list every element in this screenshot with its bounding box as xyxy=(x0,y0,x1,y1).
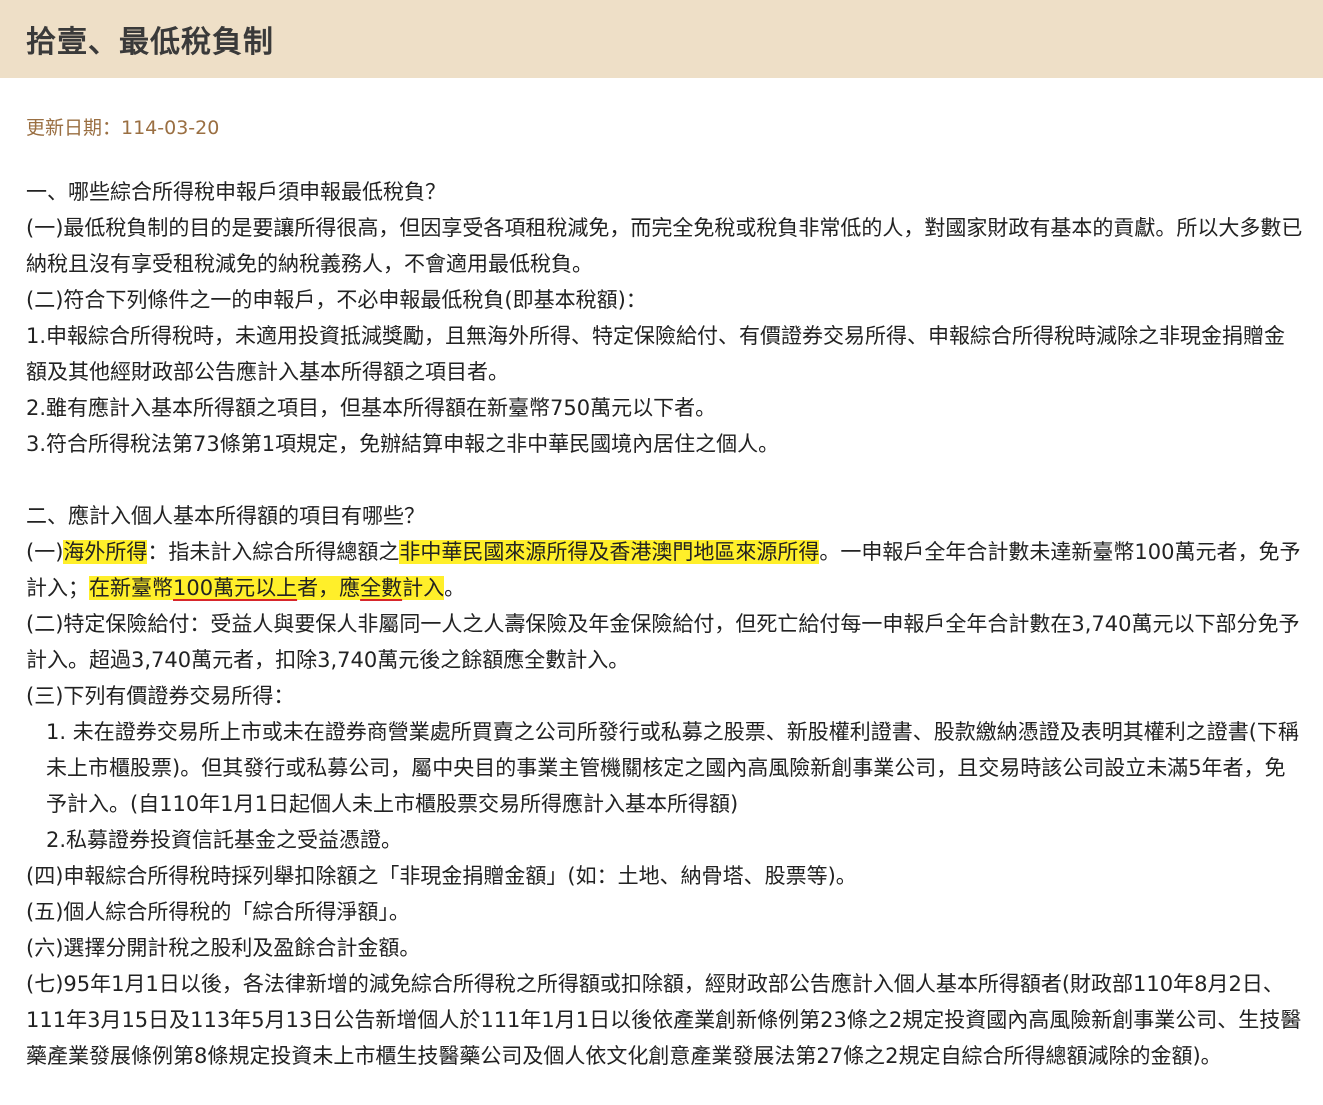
section-2-item-5: (五)個人綜合所得稅的「綜合所得淨額」。 xyxy=(26,900,410,924)
section-1-para-4: 2.雖有應計入基本所得額之項目，但基本所得額在新臺幣750萬元以下者。 xyxy=(26,396,717,420)
highlight-overseas-income: 海外所得 xyxy=(63,540,148,564)
section-1-para-2: (二)符合下列條件之一的申報戶，不必申報最低稅負(即基本稅額)： xyxy=(26,288,647,312)
section-2-item-4: (四)申報綜合所得稅時採列舉扣除額之「非現金捐贈金額」(如：土地、納骨塔、股票等… xyxy=(26,864,857,888)
page-title: 拾壹、最低稅負制 xyxy=(26,25,274,60)
item-1-prefix: (一) xyxy=(26,540,64,564)
section-1-title: 一、哪些綜合所得稅申報戶須申報最低稅負？ xyxy=(26,180,446,204)
highlight-source-income: 非中華民國來源所得及香港澳門地區來源所得 xyxy=(399,540,820,564)
section-1-para-1: (一)最低稅負制的目的是要讓所得很高，但因享受各項租稅減免，而完全免稅或稅負非常… xyxy=(26,216,1303,276)
page-header: 拾壹、最低稅負制 xyxy=(0,0,1323,78)
highlight-threshold: 在新臺幣100萬元以上者，應全數計入 xyxy=(89,576,445,600)
threshold-text-b: 者，應 xyxy=(297,576,361,600)
section-2-item-1: (一)海外所得：指未計入綜合所得總額之非中華民國來源所得及香港澳門地區來源所得。… xyxy=(26,534,1306,606)
threshold-text-a: 在新臺幣 xyxy=(89,576,173,600)
threshold-text-c: 計入 xyxy=(402,576,445,600)
section-1-para-3: 1.申報綜合所得稅時，未適用投資抵減獎勵，且無海外所得、特定保險給付、有價證券交… xyxy=(26,324,1286,384)
item-1-text-a: ：指未計入綜合所得總額之 xyxy=(147,540,400,564)
section-2-item-3: (三)下列有價證券交易所得： xyxy=(26,684,295,708)
update-date: 更新日期：114-03-20 xyxy=(26,117,220,139)
section-2-title: 二、應計入個人基本所得額的項目有哪些？ xyxy=(26,504,425,528)
article-body: 一、哪些綜合所得稅申報戶須申報最低稅負？ (一)最低稅負制的目的是要讓所得很高，… xyxy=(26,174,1306,1074)
section-2-item-6: (六)選擇分開計稅之股利及盈餘合計金額。 xyxy=(26,936,421,960)
underline-full: 全數 xyxy=(360,576,403,600)
item-1-end: 。 xyxy=(444,576,466,600)
section-2-item-7: (七)95年1月1日以後，各法律新增的減免綜合所得稅之所得額或扣除額，經財政部公… xyxy=(26,972,1302,1068)
section-2-item-3-sub-2: 2.私募證券投資信託基金之受益憑證。 xyxy=(46,828,403,852)
section-1-para-5: 3.符合所得稅法第73條第1項規定，免辦結算申報之非中華民國境內居住之個人。 xyxy=(26,432,780,456)
section-2-item-2: (二)特定保險給付：受益人與要保人非屬同一人之人壽保險及年金保險給付，但死亡給付… xyxy=(26,612,1300,672)
section-2-item-3-sub-1: 1. 未在證券交易所上市或未在證券商營業處所買賣之公司所發行或私募之股票、新股權… xyxy=(46,720,1299,816)
underline-amount: 100萬元以上 xyxy=(173,576,298,600)
